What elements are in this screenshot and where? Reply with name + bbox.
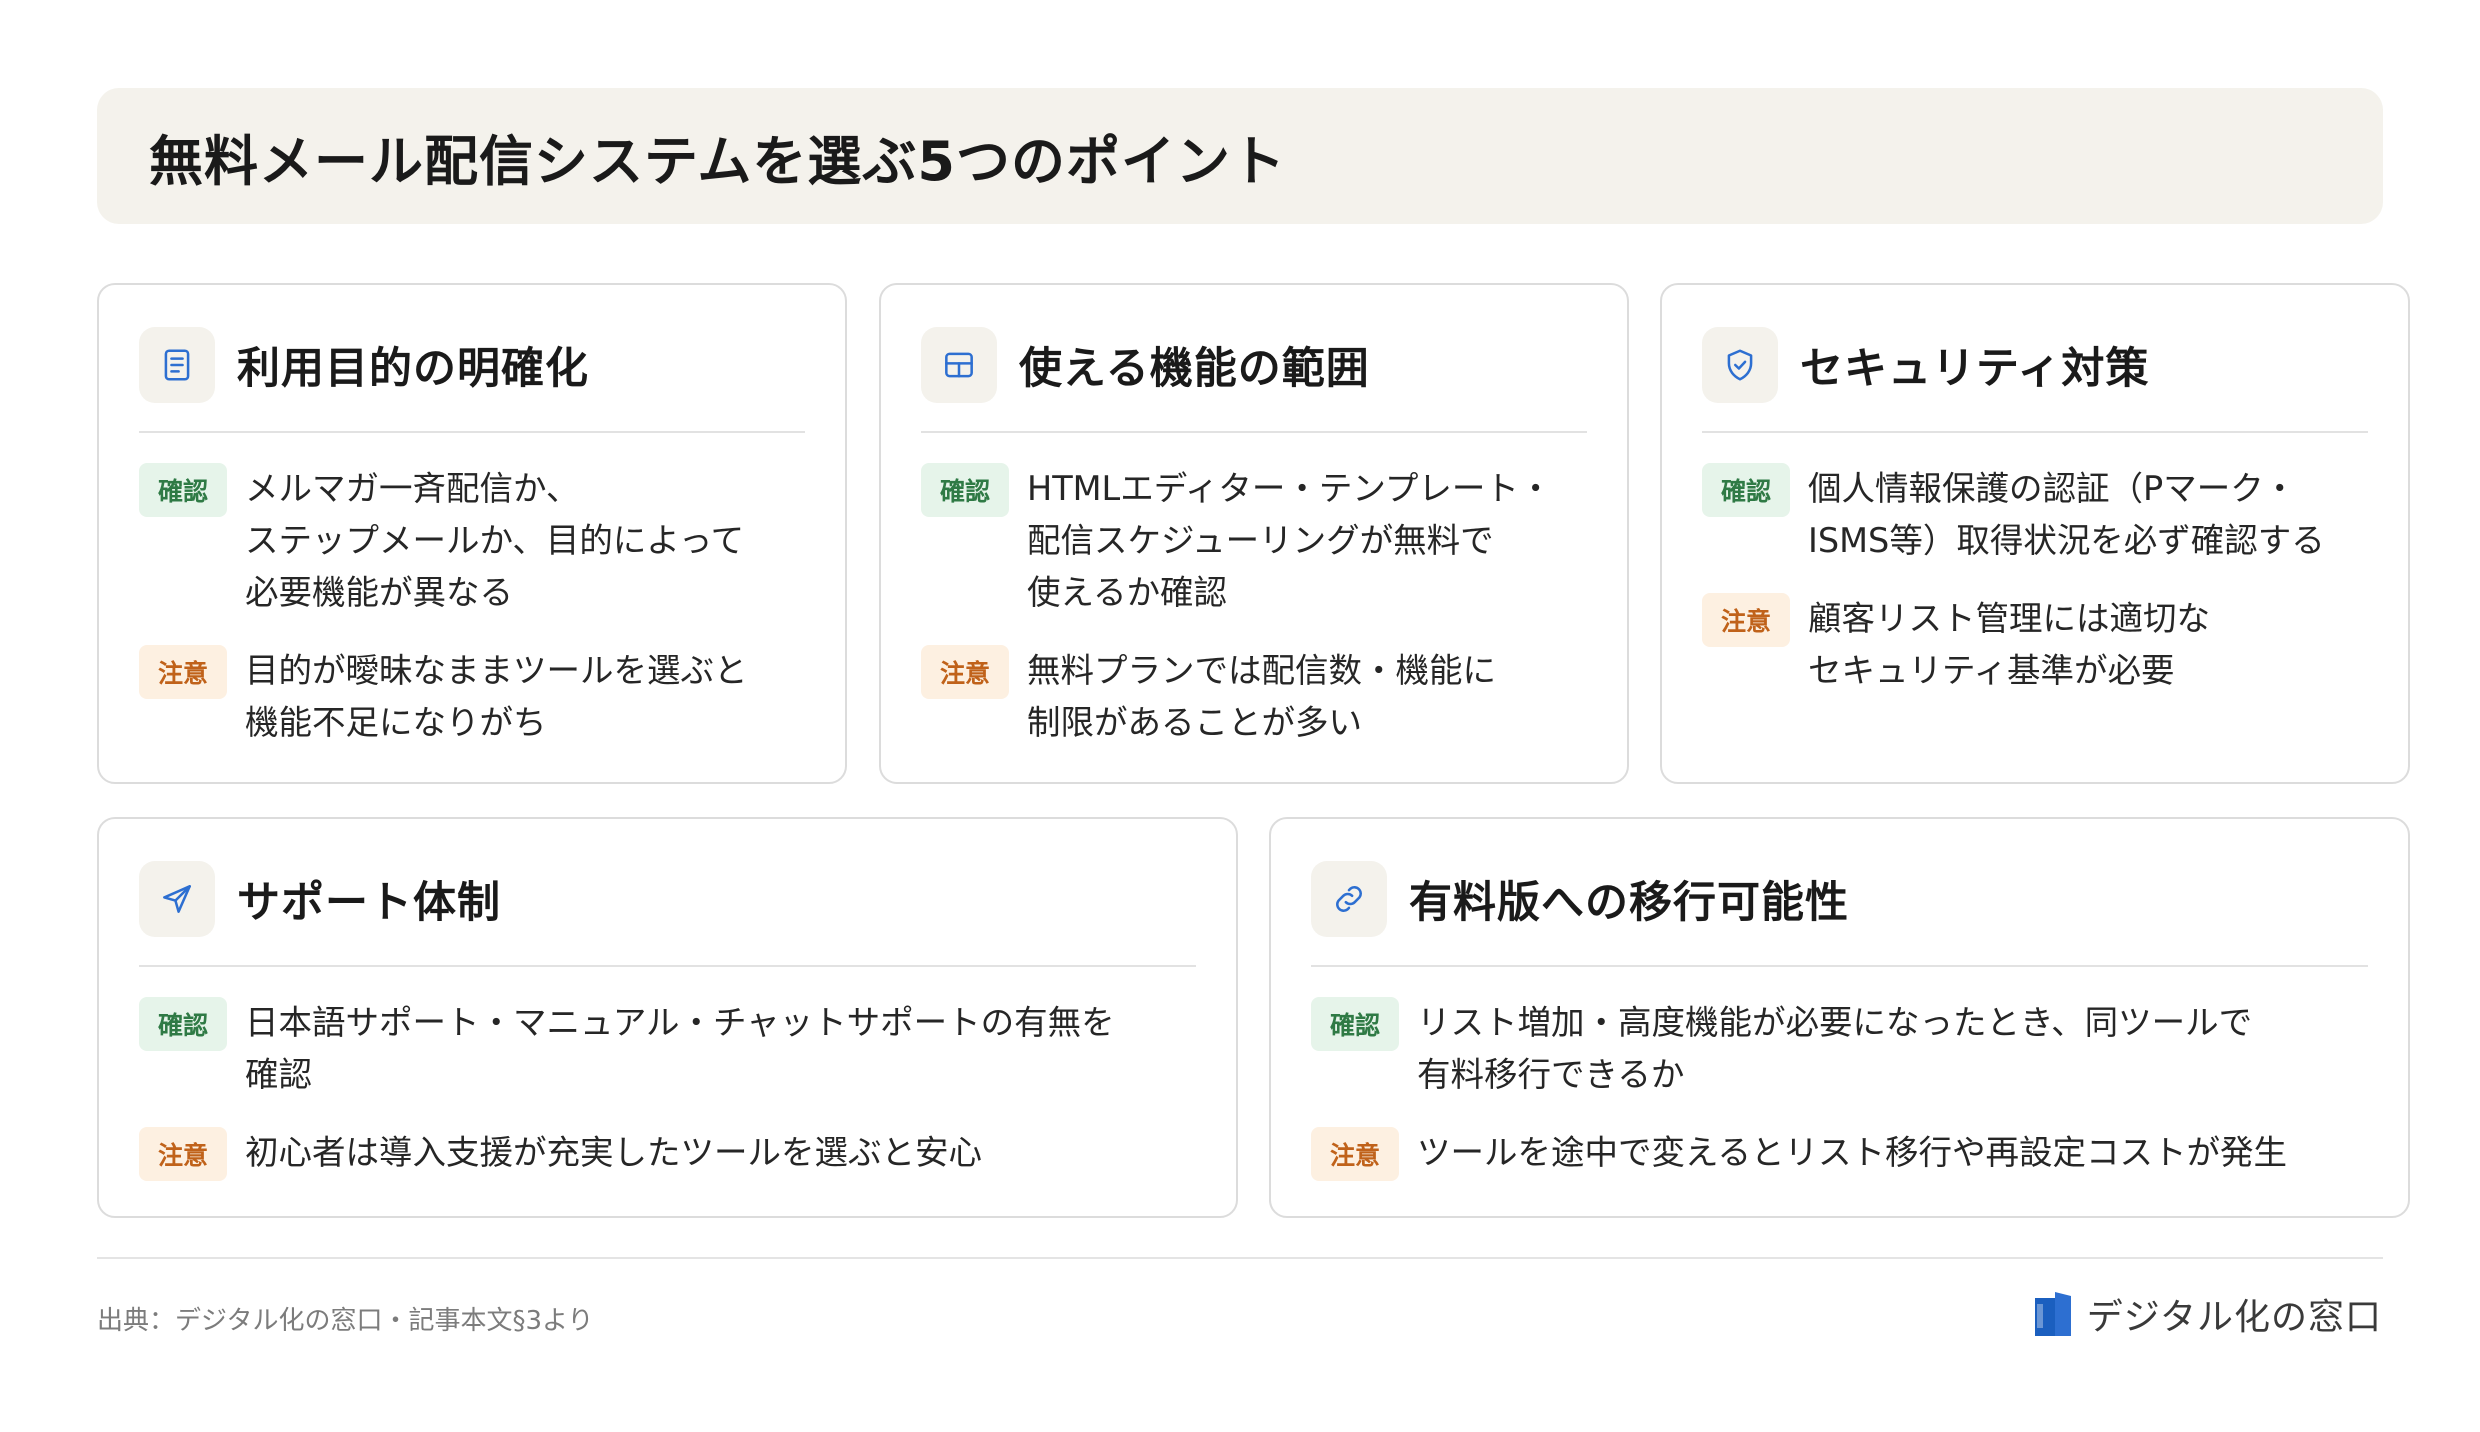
brand-mark-icon (2034, 1292, 2071, 1336)
card-header: 有料版への移行可能性 (1311, 861, 2368, 937)
link-icon (1311, 861, 1387, 937)
point-card-security: セキュリティ対策 確認 個人情報保護の認証（Pマーク・ ISMS等）取得状況を必… (1660, 283, 2410, 784)
caution-tag: 注意 (139, 645, 227, 699)
title-banner: 無料メール配信システムを選ぶ5つのポイント (97, 88, 2383, 224)
caution-row: 注意 目的が曖昧なままツールを選ぶと 機能不足になりがち (139, 645, 805, 749)
point-card-support: サポート体制 確認 日本語サポート・マニュアル・チャットサポートの有無を 確認 … (97, 817, 1238, 1218)
page-title: 無料メール配信システムを選ぶ5つのポイント (149, 129, 1286, 193)
caution-text: 無料プランでは配信数・機能に 制限があることが多い (1027, 651, 1496, 742)
confirm-row: 確認 個人情報保護の認証（Pマーク・ ISMS等）取得状況を必ず確認する (1702, 463, 2368, 567)
send-icon (139, 861, 215, 937)
confirm-row: 確認 日本語サポート・マニュアル・チャットサポートの有無を 確認 (139, 997, 1196, 1101)
point-card-upgrade: 有料版への移行可能性 確認 リスト増加・高度機能が必要になったとき、同ツールで … (1269, 817, 2410, 1218)
divider (139, 431, 805, 433)
caution-tag: 注意 (1702, 593, 1790, 647)
caution-text: ツールを途中で変えるとリスト移行や再設定コストが発生 (1417, 1133, 2287, 1172)
confirm-text: HTMLエディター・テンプレート・ 配信スケジューリングが無料で 使えるか確認 (1027, 469, 1553, 612)
caution-text: 顧客リスト管理には適切な セキュリティ基準が必要 (1808, 599, 2210, 690)
caution-text: 目的が曖昧なままツールを選ぶと 機能不足になりがち (245, 651, 748, 742)
brand-name: デジタル化の窓口 (2086, 1297, 2382, 1338)
grid-icon (921, 327, 997, 403)
card-title: 有料版への移行可能性 (1409, 878, 1849, 928)
brand-logo: デジタル化の窓口 (2033, 1288, 2382, 1340)
confirm-text: 個人情報保護の認証（Pマーク・ ISMS等）取得状況を必ず確認する (1808, 469, 2325, 560)
caution-tag: 注意 (921, 645, 1009, 699)
card-title: サポート体制 (237, 878, 501, 928)
point-card-purpose: 利用目的の明確化 確認 メルマガ一斉配信か、 ステップメールか、目的によって 必… (97, 283, 847, 784)
point-card-features: 使える機能の範囲 確認 HTMLエディター・テンプレート・ 配信スケジューリング… (879, 283, 1629, 784)
divider (921, 431, 1587, 433)
confirm-tag: 確認 (139, 463, 227, 517)
caution-row: 注意 ツールを途中で変えるとリスト移行や再設定コストが発生 (1311, 1127, 2368, 1181)
divider (1702, 431, 2368, 433)
confirm-text: 日本語サポート・マニュアル・チャットサポートの有無を 確認 (245, 1003, 1115, 1094)
caution-text: 初心者は導入支援が充実したツールを選ぶと安心 (245, 1133, 982, 1172)
caution-row: 注意 初心者は導入支援が充実したツールを選ぶと安心 (139, 1127, 1196, 1181)
card-header: サポート体制 (139, 861, 1196, 937)
confirm-tag: 確認 (1311, 997, 1399, 1051)
card-header: セキュリティ対策 (1702, 327, 2368, 403)
card-title: 利用目的の明確化 (237, 344, 589, 394)
card-header: 使える機能の範囲 (921, 327, 1587, 403)
confirm-tag: 確認 (1702, 463, 1790, 517)
card-title: セキュリティ対策 (1800, 344, 2150, 394)
caution-tag: 注意 (139, 1127, 227, 1181)
confirm-row: 確認 メルマガ一斉配信か、 ステップメールか、目的によって 必要機能が異なる (139, 463, 805, 619)
card-title: 使える機能の範囲 (1019, 344, 1370, 394)
confirm-text: リスト増加・高度機能が必要になったとき、同ツールで 有料移行できるか (1417, 1003, 2253, 1094)
caution-tag: 注意 (1311, 1127, 1399, 1181)
footer-divider (97, 1257, 2383, 1259)
confirm-tag: 確認 (139, 997, 227, 1051)
confirm-row: 確認 HTMLエディター・テンプレート・ 配信スケジューリングが無料で 使えるか… (921, 463, 1587, 619)
card-header: 利用目的の明確化 (139, 327, 805, 403)
divider (1311, 965, 2368, 967)
divider (139, 965, 1196, 967)
shield-check-icon (1702, 327, 1778, 403)
source-note: 出典：デジタル化の窓口・記事本文§3より (97, 1306, 594, 1336)
page: 無料メール配信システムを選ぶ5つのポイント 利用目的の明確化 確認 メルマガ一斉… (0, 0, 2480, 1432)
caution-row: 注意 無料プランでは配信数・機能に 制限があることが多い (921, 645, 1587, 749)
confirm-row: 確認 リスト増加・高度機能が必要になったとき、同ツールで 有料移行できるか (1311, 997, 2368, 1101)
confirm-text: メルマガ一斉配信か、 ステップメールか、目的によって 必要機能が異なる (245, 469, 745, 612)
document-icon (139, 327, 215, 403)
caution-row: 注意 顧客リスト管理には適切な セキュリティ基準が必要 (1702, 593, 2368, 697)
confirm-tag: 確認 (921, 463, 1009, 517)
